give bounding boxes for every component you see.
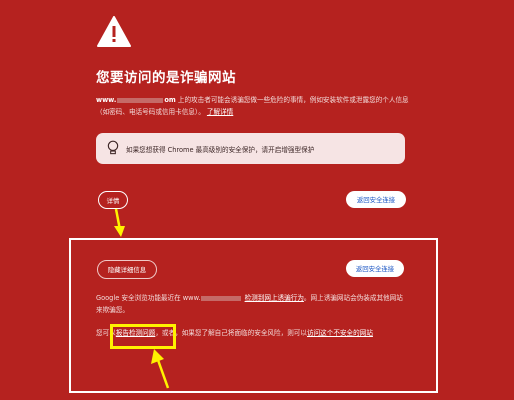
annotation-arrow-icon <box>151 349 170 389</box>
detection-paragraph: Google 安全浏览功能最近在 www. 检测到网上诱骗行为。网上诱骗网站会伪… <box>96 292 408 316</box>
highlight-box <box>110 324 176 349</box>
learn-more-link[interactable]: 了解详情 <box>207 108 233 116</box>
warning-description: www. om 上的攻击者可能会诱骗您做一些危险的事情，例如安装软件或泄露您的个人… <box>96 94 412 118</box>
options-middle: ，或者，如果您了解自己将面临的安全风险，则可以 <box>155 329 307 337</box>
back-to-safety-button[interactable]: 返回安全连接 <box>346 191 406 208</box>
enhanced-protection-tip: 如果您想获得 Chrome 最高级别的安全保护，请开启增强型保护 <box>96 133 405 164</box>
back-to-safety-button-2[interactable]: 返回安全连接 <box>346 260 404 277</box>
visit-unsafe-site-link[interactable]: 访问这个不安全的网站 <box>307 329 373 337</box>
redacted-domain-2 <box>201 295 242 301</box>
page-title: 您要访问的是诈骗网站 <box>96 70 236 86</box>
hide-details-button[interactable]: 隐藏详细信息 <box>97 260 157 279</box>
detection-link[interactable]: 检测到网上诱骗行为 <box>245 294 304 302</box>
lightbulb-icon <box>107 140 119 155</box>
domain-suffix: om <box>164 96 176 104</box>
warning-triangle-icon <box>97 16 131 47</box>
domain-prefix: www. <box>96 96 117 104</box>
annotation-arrow-icon <box>114 208 125 237</box>
details-button[interactable]: 详情 <box>98 191 128 209</box>
redacted-domain <box>117 97 164 103</box>
detection-prefix: Google 安全浏览功能最近在 www. <box>96 294 201 302</box>
tip-text: 如果您想获得 Chrome 最高级别的安全保护，请开启增强型保护 <box>126 145 315 154</box>
